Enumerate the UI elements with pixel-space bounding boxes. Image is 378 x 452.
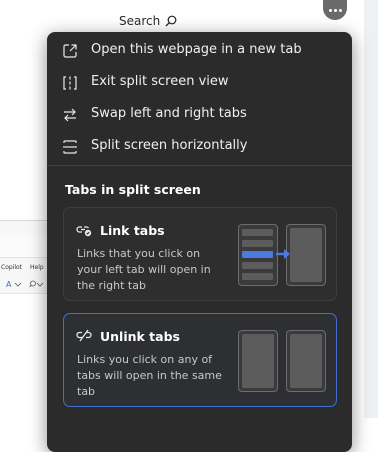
illustration-right-tab (286, 224, 326, 286)
illustration-inner (290, 228, 322, 282)
link-tabs-option[interactable]: Link tabs Links that you click on your l… (63, 207, 337, 301)
svg-text:A: A (6, 280, 12, 289)
menu-divider (47, 165, 352, 166)
page-scroll-strip (364, 0, 378, 418)
illustration-bar (242, 229, 273, 236)
illustration-inner (290, 334, 322, 388)
menu-item-exit-split[interactable]: Exit split screen view (47, 67, 352, 99)
preview-ribbon: Copilot Help A (0, 261, 48, 289)
link-tabs-title: Link tabs (100, 223, 165, 238)
more-horizontal-icon (328, 8, 342, 12)
illustration-right-tab (286, 330, 326, 392)
left-split-tab-preview: Copilot Help A (0, 220, 48, 420)
unlink-tabs-option[interactable]: Unlink tabs Links you click on any of ta… (63, 313, 337, 407)
background-search-label: Search (119, 14, 161, 28)
ribbon-tools: A (6, 279, 46, 291)
illustration-bar (242, 273, 273, 280)
menu-item-split-horizontally[interactable]: Split screen horizontally (47, 131, 352, 163)
section-title: Tabs in split screen (65, 182, 201, 197)
illustration-bar-highlight (242, 251, 273, 258)
illustration-left-tab (238, 224, 278, 286)
link-tabs-description: Links that you click on your left tab wi… (77, 247, 211, 292)
menu-item-label: Exit split screen view (91, 74, 229, 89)
exit-split-icon (62, 75, 78, 91)
ribbon-tab-copilot: Copilot (1, 264, 23, 271)
preview-document-area (0, 293, 48, 420)
menu-item-label: Open this webpage in a new tab (91, 42, 302, 57)
link-tabs-illustration (238, 224, 328, 288)
open-new-tab-icon (62, 43, 78, 59)
unlink-tabs-icon (76, 329, 92, 343)
menu-item-swap-tabs[interactable]: Swap left and right tabs (47, 99, 352, 131)
more-options-button[interactable] (323, 0, 347, 20)
menu-item-label: Swap left and right tabs (91, 106, 247, 121)
split-horizontal-icon (62, 139, 78, 155)
illustration-inner (242, 334, 274, 388)
background-search[interactable]: Search (119, 14, 177, 28)
illustration-bar (242, 240, 273, 247)
menu-item-label: Split screen horizontally (91, 138, 248, 153)
menu-item-open-new-tab[interactable]: Open this webpage in a new tab (47, 35, 352, 67)
illustration-left-tab (238, 330, 278, 392)
illustration-bar (242, 262, 273, 269)
link-tabs-icon (76, 223, 92, 237)
preview-titlebar (0, 235, 48, 258)
ribbon-tab-help: Help (30, 264, 44, 271)
search-icon (165, 15, 177, 27)
link-arrow-icon (276, 249, 290, 259)
unlink-tabs-illustration (238, 330, 328, 394)
unlink-tabs-description: Links you click on any of tabs will open… (77, 353, 222, 398)
unlink-tabs-title: Unlink tabs (100, 329, 180, 344)
swap-arrows-icon (62, 107, 78, 123)
split-screen-menu: Open this webpage in a new tab Exit spli… (47, 32, 352, 452)
